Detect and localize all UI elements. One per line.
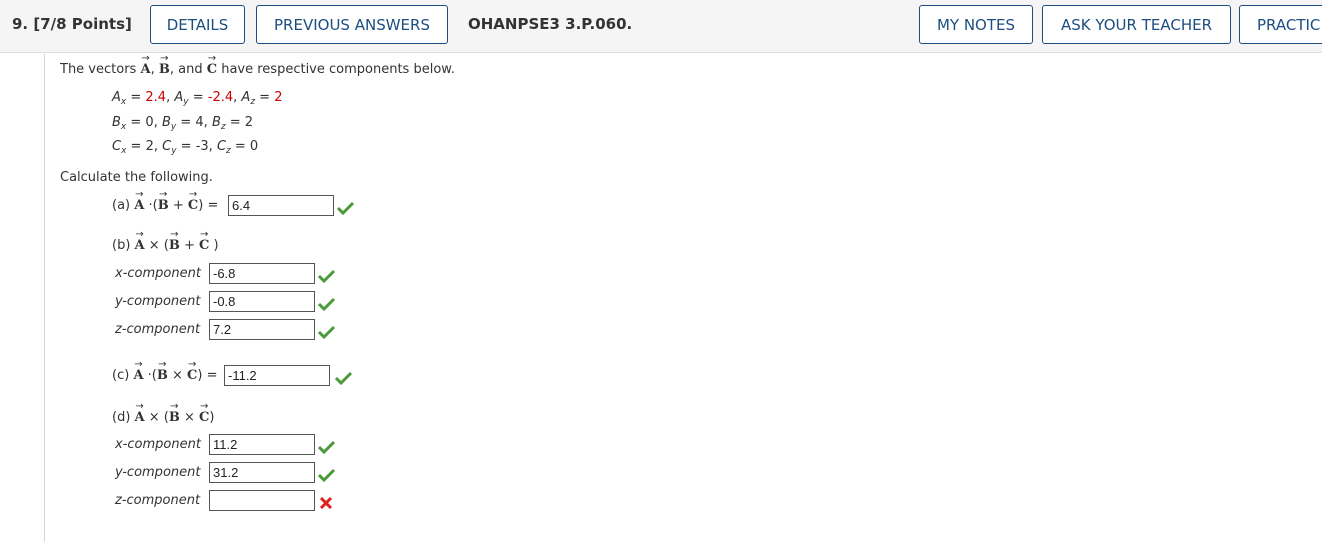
bz-value: 2 (244, 115, 254, 130)
vector-a-symbol: A (140, 53, 150, 77)
part-b-label: (b) (112, 238, 131, 253)
vector-c-symbol: C (188, 189, 199, 213)
part-c-label: (c) (112, 368, 130, 383)
vector-a-symbol: A (133, 359, 143, 383)
vector-b-symbol: B (158, 189, 169, 213)
practice-button[interactable]: PRACTIC (1239, 5, 1322, 44)
vector-b-symbol: B (157, 359, 168, 383)
part-d-z-label: z-component (115, 493, 201, 508)
part-c-expression: (c) A ·(B × C) = (112, 359, 218, 383)
vector-c-components: Cx = 2, Cy = -3, Cz = 0 (112, 139, 259, 156)
part-b-y-label: y-component (115, 294, 201, 309)
intro-text: , and (169, 62, 203, 77)
correct-check-icon (318, 297, 335, 311)
vector-b-symbol: B (159, 53, 170, 77)
part-d-y-input[interactable]: 31.2 (209, 462, 315, 483)
ax-value: 2.4 (145, 90, 167, 105)
intro-text: , (150, 62, 155, 77)
by-value: 4 (195, 115, 204, 130)
vector-c-symbol: C (199, 229, 210, 253)
vector-c-symbol: C (187, 359, 198, 383)
vector-a-symbol: A (135, 401, 145, 425)
part-b-y-input[interactable]: -0.8 (209, 291, 315, 312)
part-c-answer-input[interactable]: -11.2 (224, 365, 330, 386)
cz-value: 0 (249, 139, 259, 154)
details-button[interactable]: DETAILS (150, 5, 245, 44)
part-b-x-input[interactable]: -6.8 (209, 263, 315, 284)
az-value: 2 (274, 90, 283, 105)
part-d-y-label: y-component (115, 465, 201, 480)
vector-c-symbol: C (199, 401, 210, 425)
vector-b-symbol: B (169, 229, 180, 253)
part-d-label: (d) (112, 410, 131, 425)
points-label: [7/8 Points] (33, 15, 132, 33)
my-notes-button[interactable]: MY NOTES (919, 5, 1033, 44)
incorrect-x-icon (319, 496, 333, 510)
correct-check-icon (318, 440, 335, 454)
part-a-label: (a) (112, 198, 131, 213)
part-a-expression: (a) A ·(B + C) = (112, 189, 218, 213)
vector-a-symbol: A (134, 189, 144, 213)
problem-intro: The vectors A, B, and C have respective … (60, 53, 455, 77)
bx-value: 0 (145, 115, 154, 130)
part-b-z-label: z-component (115, 322, 201, 337)
vector-a-components: Ax = 2.4, Ay = -2.4, Az = 2 (112, 90, 283, 107)
part-d-x-label: x-component (115, 437, 201, 452)
part-d-expression: (d) A × (B × C) (112, 401, 214, 425)
vector-b-symbol: B (169, 401, 180, 425)
intro-text: The vectors (60, 62, 137, 77)
part-b-z-input[interactable]: 7.2 (209, 319, 315, 340)
part-a-answer-input[interactable]: 6.4 (228, 195, 334, 216)
previous-answers-button[interactable]: PREVIOUS ANSWERS (256, 5, 448, 44)
question-header: 9. [7/8 Points] DETAILS PREVIOUS ANSWERS… (0, 0, 1322, 53)
question-number: 9. (12, 15, 29, 33)
part-d-x-input[interactable]: 11.2 (209, 434, 315, 455)
ay-value: -2.4 (207, 90, 234, 105)
intro-text: have respective components below. (221, 62, 455, 77)
correct-check-icon (318, 325, 335, 339)
correct-check-icon (337, 201, 354, 215)
question-title: 9. [7/8 Points] (12, 15, 132, 33)
correct-check-icon (335, 371, 352, 385)
calculate-instruction: Calculate the following. (60, 170, 213, 185)
cy-value: -3 (195, 139, 209, 154)
ask-your-teacher-button[interactable]: ASK YOUR TEACHER (1042, 5, 1231, 44)
part-d-z-input[interactable] (209, 490, 315, 511)
correct-check-icon (318, 269, 335, 283)
vector-b-components: Bx = 0, By = 4, Bz = 2 (112, 115, 254, 132)
vector-a-symbol: A (135, 229, 145, 253)
part-b-x-label: x-component (115, 266, 201, 281)
part-b-expression: (b) A × (B + C ) (112, 229, 219, 253)
content-left-rule (44, 54, 45, 542)
cx-value: 2 (145, 139, 154, 154)
correct-check-icon (318, 468, 335, 482)
problem-code: OHANPSE3 3.P.060. (468, 15, 633, 33)
vector-c-symbol: C (207, 53, 218, 77)
